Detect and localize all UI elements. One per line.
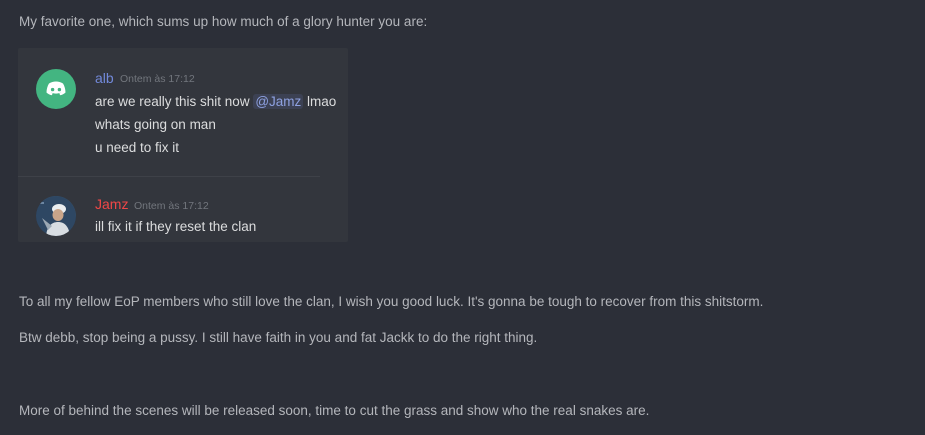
post-body: My favorite one, which sums up how much … [0,0,925,435]
quoted-chat-embed: alb Ontem às 17:12 are we really this sh… [18,48,348,242]
intro-paragraph: My favorite one, which sums up how much … [19,14,428,29]
message-line: ill fix it if they reset the clan [95,219,257,234]
chat-message: alb Ontem às 17:12 are we really this sh… [18,48,348,176]
message-separator [18,176,320,177]
message-line: whats going on man [95,117,216,132]
message-author[interactable]: Jamz [95,196,128,213]
message-text: are we really this shit now [95,94,254,109]
body-paragraph: To all my fellow EoP members who still l… [19,294,764,309]
message-timestamp: Ontem às 17:12 [120,73,195,85]
discord-logo-icon [36,69,76,109]
body-paragraph: Btw debb, stop being a pussy. I still ha… [19,330,538,345]
message-text: lmao [303,94,337,109]
player-photo-icon [36,196,76,236]
user-mention[interactable]: @Jamz [253,94,304,109]
message-author[interactable]: alb [95,70,114,87]
message-line: u need to fix it [95,140,180,155]
body-paragraph: More of behind the scenes will be releas… [19,403,650,418]
message-timestamp: Ontem às 17:12 [134,200,209,212]
chat-message: Jamz Ontem às 17:12 ill fix it if they r… [18,188,348,242]
message-line: are we really this shit now @Jamz lmao [95,93,336,111]
user-photo-avatar[interactable] [36,196,76,236]
discord-logo-icon-glyph [46,81,66,96]
